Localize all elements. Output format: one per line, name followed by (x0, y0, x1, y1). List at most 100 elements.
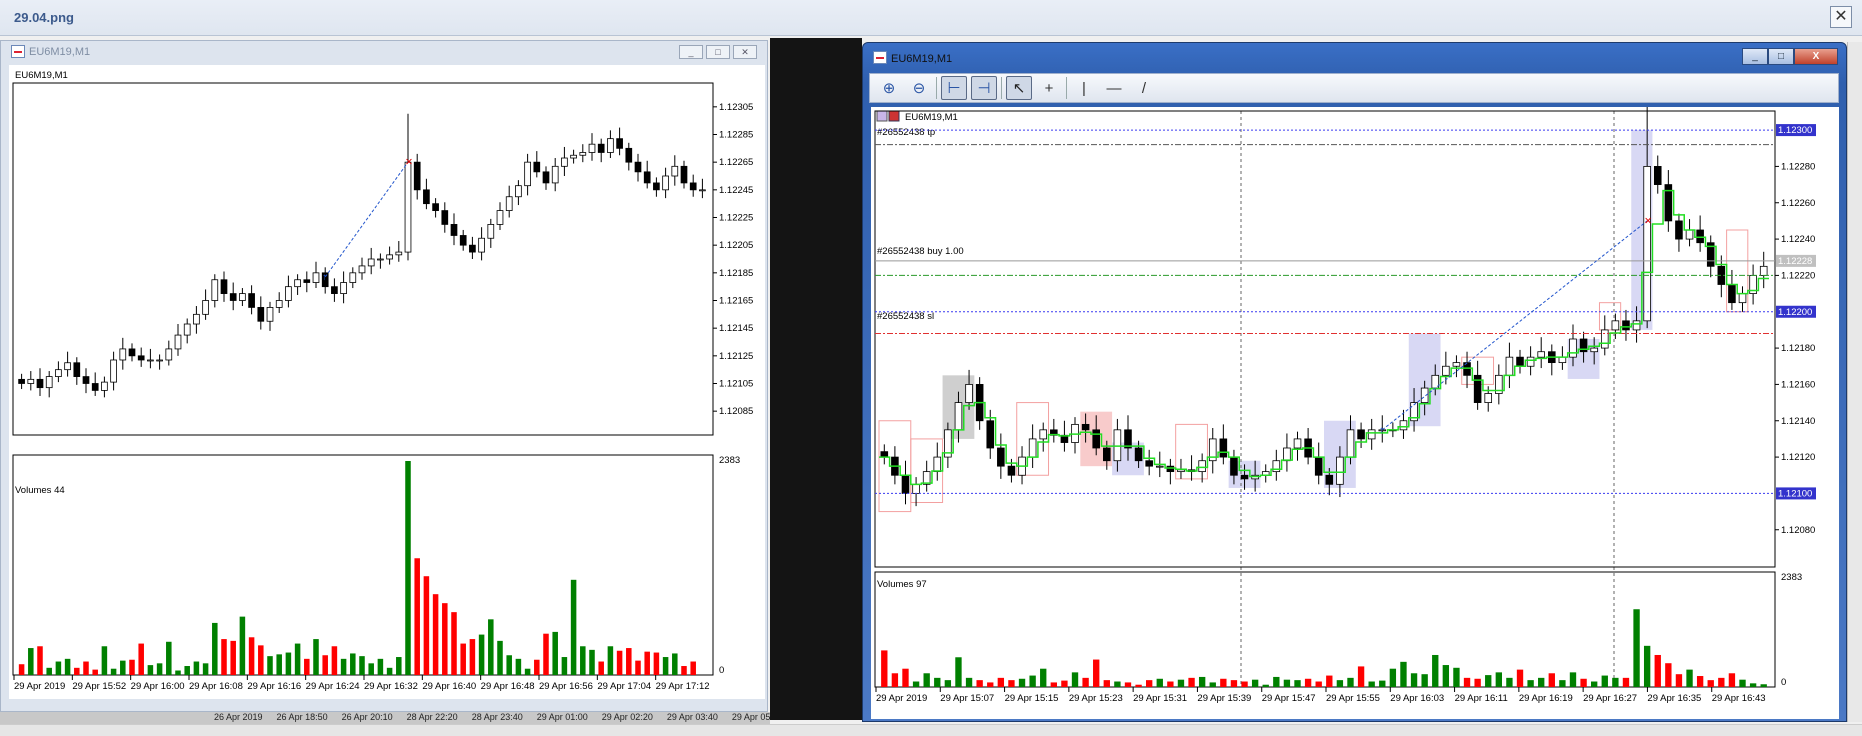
time-tick-label: 29 Apr 16:32 (364, 681, 418, 692)
level-tag-label: 1.12300 (1778, 125, 1812, 136)
bear-candle (91, 383, 99, 391)
volume-bar (1262, 684, 1269, 687)
volume-bar (442, 603, 448, 675)
time-tick-label: 29 Apr 17:12 (656, 681, 710, 692)
volume-bar (1548, 673, 1555, 687)
bear-candle (257, 307, 265, 322)
zoom-in-icon[interactable]: ⊕ (876, 76, 902, 100)
volume-bar (340, 658, 347, 675)
volume-bar (580, 646, 586, 675)
level-tag-label: 1.12100 (1778, 488, 1812, 499)
volume-bar (1040, 668, 1047, 687)
cursor-icon[interactable]: ↖ (1006, 76, 1032, 100)
viewer-title: 29.04.png (14, 10, 74, 25)
horizontal-line-icon[interactable]: — (1101, 76, 1127, 100)
volume-bar (83, 661, 89, 675)
bear-candle (901, 474, 910, 494)
bear-candle (653, 182, 660, 191)
bull-candle (1643, 166, 1651, 322)
volume-bar (1675, 674, 1683, 687)
right-window-titlebar[interactable]: EU6M19,M1 _ □ X (863, 43, 1846, 69)
chart-shift-icon[interactable]: ⊢ (941, 76, 967, 100)
template-icon[interactable] (876, 110, 888, 122)
close-icon[interactable]: ✕ (1830, 6, 1852, 28)
volume-bar (166, 641, 172, 675)
volume-bar (1760, 684, 1767, 687)
volume-bar (451, 612, 457, 675)
bull-candle (1442, 365, 1450, 376)
right-chart-canvas[interactable]: EU6M19,M1 #26552438 tp #26552438 buy 1.0… (871, 107, 1839, 719)
trendline-icon[interactable]: / (1131, 76, 1157, 100)
time-tick-label: 29 Apr 16:16 (247, 681, 301, 692)
crosshair-icon[interactable]: + (1036, 76, 1062, 100)
bear-candle (986, 420, 995, 449)
volume-bar (1728, 673, 1736, 687)
close-button[interactable]: ✕ (733, 45, 757, 59)
bull-candle (174, 334, 182, 350)
bull-candle (156, 359, 163, 362)
volume-bar (432, 594, 439, 675)
volume-bar (1082, 677, 1089, 687)
close-button[interactable]: X (1794, 48, 1838, 65)
bull-candle (367, 258, 375, 267)
maximize-button[interactable]: □ (706, 45, 730, 59)
bull-candle (607, 138, 614, 153)
bull-candle (1028, 438, 1037, 458)
autoscroll-icon[interactable]: ⊣ (971, 76, 997, 100)
bear-candle (469, 244, 476, 253)
bull-candle (294, 279, 301, 288)
volume-bar (598, 661, 604, 675)
bull-candle (358, 265, 366, 274)
left-chart-canvas[interactable]: EU6M19,M1 Volumes 44 1.12305 1.12285 1.122… (9, 65, 765, 699)
minimize-button[interactable]: _ (1742, 48, 1768, 65)
volume-bar (285, 652, 292, 675)
bear-candle (128, 348, 136, 357)
bear-candle (1516, 356, 1524, 367)
bull-candle (478, 237, 485, 253)
volume-bar (359, 656, 365, 675)
volume-bar (1749, 683, 1757, 687)
volume-bar (1442, 665, 1450, 687)
minimize-button[interactable]: _ (679, 45, 703, 59)
time-tick-label: 29 Apr 16:48 (481, 681, 535, 692)
bear-candle (643, 171, 651, 184)
volume-bar (368, 663, 374, 675)
time-tick-label: 29 Apr 15:39 (1197, 693, 1251, 704)
price-tick-label: 1.12160 (1781, 379, 1815, 390)
bull-candle (312, 272, 320, 283)
expert-icon[interactable] (888, 110, 900, 122)
volume-bar (923, 673, 930, 687)
zoom-out-icon[interactable]: ⊖ (906, 76, 932, 100)
price-tick-label: 1.12140 (1781, 416, 1815, 427)
volume-bar (1146, 680, 1153, 687)
status-bar (0, 724, 1862, 736)
price-tick-label: 1.12105 (719, 379, 753, 390)
bear-candle (82, 376, 90, 384)
time-tick-label: 29 Apr 16:19 (1519, 693, 1573, 704)
maximize-button[interactable]: □ (1768, 48, 1794, 65)
volume-bar (1071, 672, 1079, 687)
volume-bar (589, 649, 595, 675)
price-tick-label: 1.12185 (719, 268, 753, 279)
image-viewer-titlebar: 29.04.png ✕ (0, 0, 1862, 36)
left-window-titlebar[interactable]: EU6M19,M1 _ □ ✕ (1, 41, 767, 63)
time-tick-label: 29 Apr 16:35 (1647, 693, 1701, 704)
bull-candle (183, 323, 191, 336)
volume-bar (1601, 675, 1608, 687)
vertical-line-icon[interactable]: | (1071, 76, 1097, 100)
volume-bar (294, 643, 301, 675)
volume-bar (1326, 675, 1333, 687)
viewer-scrollbar[interactable] (1847, 42, 1862, 722)
toolbar-divider (1066, 77, 1067, 99)
bull-candle (110, 359, 117, 383)
bear-candle (1103, 447, 1111, 462)
volume-bar (221, 639, 227, 675)
volume-bar (515, 658, 522, 675)
volume-bar (1008, 680, 1015, 687)
volume-bar (672, 653, 678, 675)
volume-bar (120, 660, 126, 675)
price-tick-label: 1.12085 (719, 406, 753, 417)
volume-bar (74, 667, 80, 675)
volume-bar (552, 631, 558, 675)
price-tick-label: 1.12145 (719, 323, 753, 334)
